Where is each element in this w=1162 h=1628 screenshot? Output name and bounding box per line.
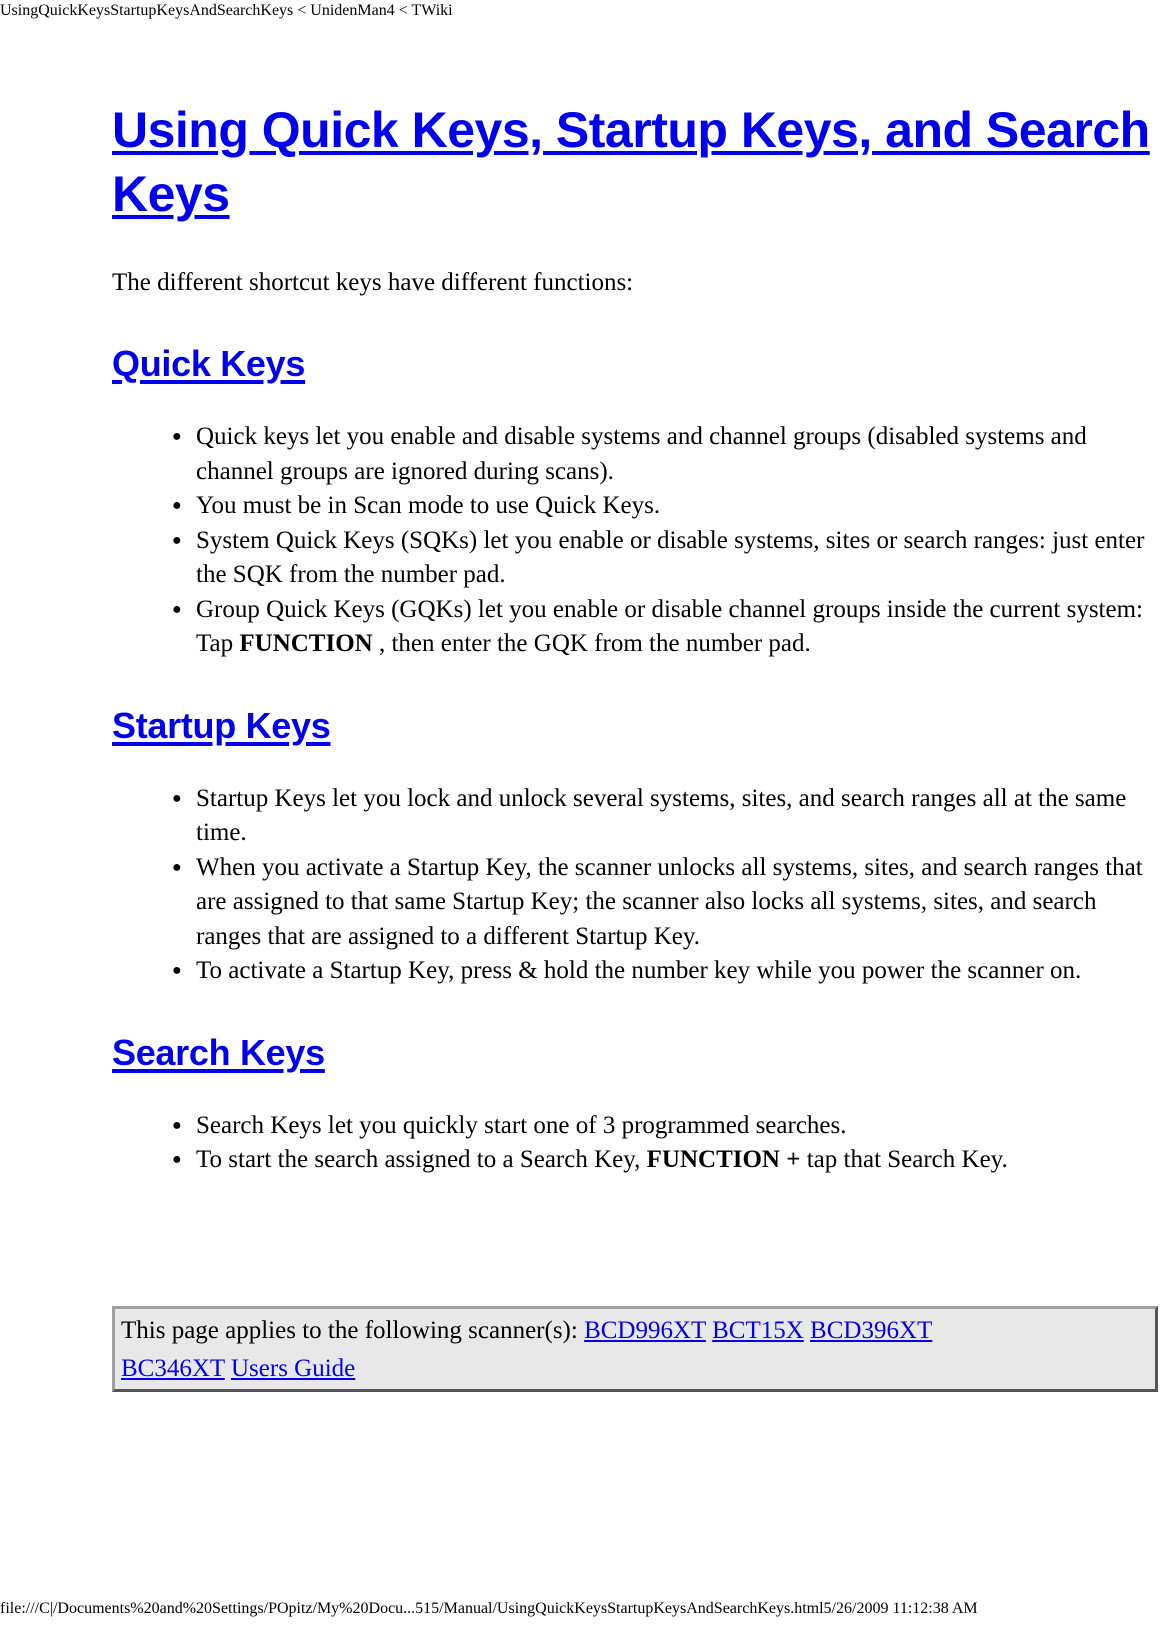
list-item-text: Search Keys let you quickly start one of…: [196, 1111, 847, 1139]
list-item: ● Startup Keys let you lock and unlock se…: [172, 782, 1162, 851]
list-item-text: tap that Search Key.: [800, 1146, 1008, 1173]
main-content: Using Quick Keys, Startup Keys, and Sear…: [112, 98, 1162, 1178]
list-item: ● To start the search assigned to a Searc…: [172, 1143, 1162, 1178]
list-item: ● To activate a Startup Key, press & hold…: [172, 954, 1162, 989]
list-item: ● You must be in Scan mode to use Quick K…: [172, 489, 1162, 524]
quick-keys-list: ● Quick keys let you enable and disable s…: [112, 420, 1162, 662]
bullet-icon: ●: [172, 497, 182, 514]
list-item-text: Startup Keys let you lock and unlock sev…: [196, 784, 1127, 847]
list-item-text: When you activate a Startup Key, the sca…: [196, 853, 1143, 950]
startup-keys-heading-link[interactable]: Startup Keys: [112, 705, 331, 746]
scanner-link-bct15x[interactable]: BCT15X: [712, 1317, 804, 1344]
list-item-text: Quick keys let you enable and disable sy…: [196, 423, 1087, 485]
list-item-text: , then enter the GQK from the number pad…: [372, 630, 811, 657]
list-item-text: To activate a Startup Key, press & hold …: [196, 957, 1082, 984]
list-item-text: System Quick Keys (SQKs) let you enable …: [196, 526, 1145, 589]
bullet-icon: ●: [172, 1151, 182, 1168]
bullet-icon: ●: [172, 428, 182, 445]
list-item: ● Group Quick Keys (GQKs) let you enable …: [172, 593, 1162, 662]
function-key-label: FUNCTION: [239, 630, 373, 657]
page-title: Using Quick Keys, Startup Keys, and Sear…: [112, 98, 1162, 226]
bullet-icon: ●: [172, 962, 182, 979]
bullet-icon: ●: [172, 789, 182, 807]
bullet-icon: ●: [172, 531, 182, 549]
list-item-text: You must be in Scan mode to use Quick Ke…: [196, 492, 661, 519]
bullet-icon: ●: [172, 858, 182, 876]
bullet-icon: ●: [172, 1116, 182, 1134]
section-heading-startup-keys: Startup Keys: [112, 704, 1162, 748]
quick-keys-heading-link[interactable]: Quick Keys: [112, 343, 305, 384]
users-guide-link[interactable]: Users Guide: [231, 1355, 355, 1382]
function-key-label: FUNCTION +: [646, 1146, 801, 1173]
print-header-title: UsingQuickKeysStartupKeysAndSearchKeys <…: [0, 2, 453, 19]
applies-to-label: This page applies to the following scann…: [121, 1317, 585, 1344]
search-keys-list: ● Search Keys let you quickly start one o…: [112, 1109, 1162, 1178]
bullet-icon: ●: [172, 600, 182, 618]
startup-keys-list: ● Startup Keys let you lock and unlock se…: [112, 782, 1162, 989]
page-title-link[interactable]: Using Quick Keys, Startup Keys, and Sear…: [112, 102, 1150, 222]
list-item-text: To start the search assigned to a Search…: [196, 1146, 647, 1173]
intro-text: The different shortcut keys have differe…: [112, 269, 634, 296]
section-heading-quick-keys: Quick Keys: [112, 342, 1162, 386]
applies-to-box: This page applies to the following scann…: [112, 1306, 1158, 1392]
list-item: ● Search Keys let you quickly start one o…: [172, 1109, 1162, 1144]
scanner-link-bcd396xt[interactable]: BCD396XT: [810, 1317, 932, 1344]
list-item: ● Quick keys let you enable and disable s…: [172, 420, 1162, 489]
print-footer-url: file:///C|/Documents%20and%20Settings/PO…: [0, 1600, 978, 1617]
scanner-link-bc346xt[interactable]: BC346XT: [121, 1355, 225, 1382]
list-item: ● When you activate a Startup Key, the sc…: [172, 851, 1162, 955]
scanner-link-bcd996xt[interactable]: BCD996XT: [584, 1317, 706, 1344]
list-item: ● System Quick Keys (SQKs) let you enable…: [172, 524, 1162, 593]
section-heading-search-keys: Search Keys: [112, 1031, 1162, 1075]
search-keys-heading-link[interactable]: Search Keys: [112, 1032, 325, 1073]
